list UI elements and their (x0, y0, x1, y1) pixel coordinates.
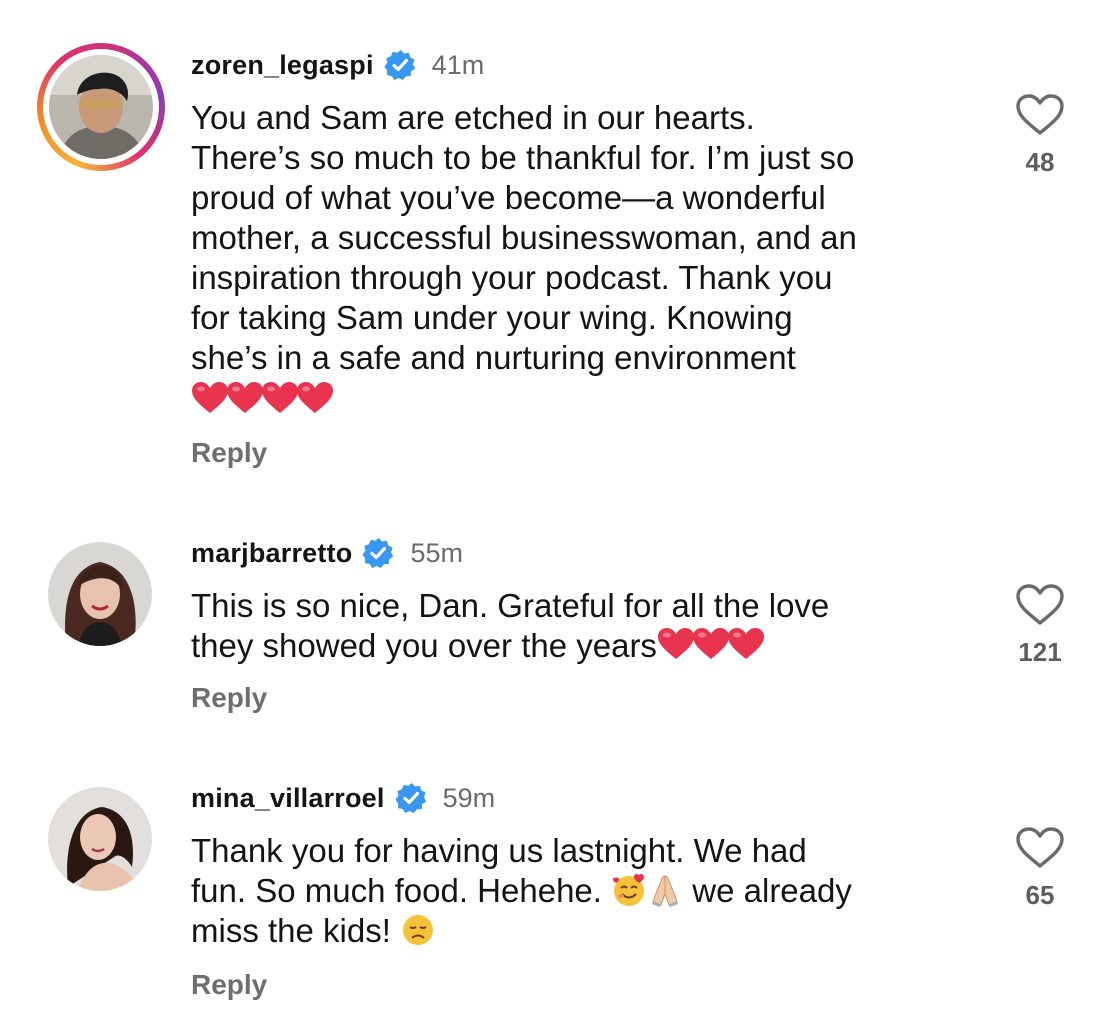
comment-item: mina_villarroel 59m Thank you for having… (0, 745, 1120, 1036)
heart-outline-icon[interactable] (1015, 583, 1065, 627)
comment-text: You and Sam are etched in our hearts. Th… (191, 98, 981, 420)
timestamp: 55m (410, 537, 463, 568)
folded-hands-emoji-icon (647, 872, 683, 908)
verified-badge-icon (384, 49, 416, 81)
comment-header: marjbarretto 55m (191, 532, 463, 574)
smiling-face-with-hearts-emoji-icon (611, 872, 647, 908)
verified-badge-icon (395, 782, 427, 814)
like-control: 65 (1005, 826, 1075, 911)
red-heart-emoji-icon (296, 381, 334, 415)
heart-outline-icon[interactable] (1015, 93, 1065, 137)
reply-button[interactable]: Reply (191, 969, 267, 1001)
like-count: 121 (1018, 637, 1062, 667)
comment-line: she’s in a safe and nurturing environmen… (191, 339, 796, 376)
comment-header: mina_villarroel 59m (191, 777, 495, 819)
comment-line-text: miss the kids! (191, 912, 391, 949)
red-heart-emoji-icon (226, 381, 264, 415)
comment-line: mother, a successful businesswoman, and … (191, 219, 857, 256)
comment-text: This is so nice, Dan. Grateful for all t… (191, 586, 981, 666)
red-heart-emoji-icon (191, 381, 229, 415)
like-control: 121 (1005, 583, 1075, 668)
red-heart-emoji-icon (727, 627, 765, 661)
comment-line-text: fun. So much food. Hehehe. (191, 872, 602, 909)
comment-line-text: they showed you over the years (191, 627, 657, 664)
username[interactable]: mina_villarroel (191, 783, 385, 814)
emoji-line (191, 380, 981, 420)
heart-outline-icon[interactable] (1015, 826, 1065, 870)
avatar (49, 55, 153, 159)
reply-button[interactable]: Reply (191, 682, 267, 714)
username[interactable]: marjbarretto (191, 538, 352, 569)
comment-line: they showed you over the years (191, 626, 981, 666)
red-heart-emoji-icon (261, 381, 299, 415)
reply-button[interactable]: Reply (191, 437, 267, 469)
timestamp: 59m (442, 782, 496, 813)
avatar[interactable] (48, 542, 152, 646)
comment-text: Thank you for having us lastnight. We ha… (191, 831, 981, 951)
comment-line-text: we already (683, 872, 852, 909)
comment-line: Thank you for having us lastnight. We ha… (191, 832, 807, 869)
comment-header: zoren_legaspi 41m (191, 44, 484, 86)
like-count: 48 (1025, 147, 1055, 177)
comment-line: This is so nice, Dan. Grateful for all t… (191, 587, 830, 624)
verified-badge-icon (362, 537, 394, 569)
comment-item: zoren_legaspi 41m You and Sam are etched… (0, 0, 1120, 500)
avatar[interactable] (48, 787, 152, 891)
comment-line: for taking Sam under your wing. Knowing (191, 299, 793, 336)
comment-line: inspiration through your podcast. Thank … (191, 259, 833, 296)
disappointed-face-emoji-icon (400, 912, 436, 948)
comment-line: You and Sam are etched in our hearts. (191, 99, 755, 136)
like-count: 65 (1025, 880, 1055, 910)
username[interactable]: zoren_legaspi (191, 50, 374, 81)
comment-item: marjbarretto 55m This is so nice, Dan. G… (0, 500, 1120, 740)
comment-line: proud of what you’ve become—a wonderful (191, 179, 826, 216)
red-heart-emoji-icon (692, 627, 730, 661)
comment-line: fun. So much food. Hehehe. we already (191, 871, 981, 911)
avatar-story-ring[interactable] (37, 43, 165, 171)
like-control: 48 (1005, 93, 1075, 178)
red-heart-emoji-icon (657, 627, 695, 661)
comment-line: miss the kids! (191, 911, 981, 951)
comment-line: There’s so much to be thankful for. I’m … (191, 139, 855, 176)
timestamp: 41m (431, 49, 485, 80)
